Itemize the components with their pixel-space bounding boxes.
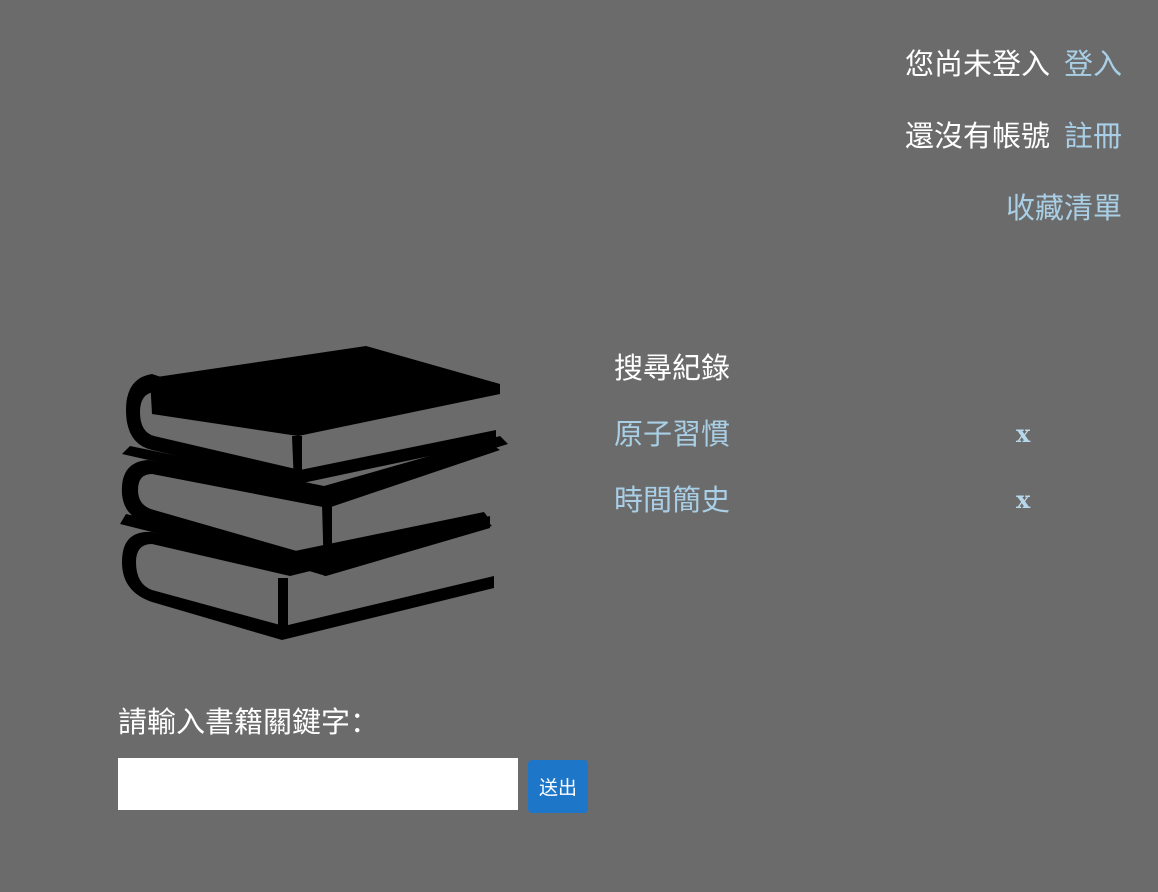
search-label: 請輸入書籍關鍵字：	[118, 705, 380, 739]
history-item-link[interactable]: 原子習慣	[614, 417, 730, 451]
history-item-link[interactable]: 時間簡史	[614, 483, 730, 517]
history-item: 時間簡史 x	[614, 478, 1044, 522]
register-row: 還沒有帳號 註冊	[905, 116, 1122, 156]
favorites-link[interactable]: 收藏清單	[1006, 191, 1122, 225]
search-history-title: 搜尋紀錄	[614, 351, 731, 385]
books-stack-svg	[120, 346, 508, 640]
login-row: 您尚未登入 登入	[905, 44, 1122, 84]
history-remove-button[interactable]: x	[1016, 478, 1030, 522]
login-link[interactable]: 登入	[1064, 47, 1122, 81]
books-stack-icon	[112, 340, 512, 652]
account-panel: 您尚未登入 登入 還沒有帳號 註冊 收藏清單	[905, 44, 1122, 228]
favorites-row: 收藏清單	[905, 188, 1122, 228]
register-link[interactable]: 註冊	[1064, 119, 1122, 153]
submit-button[interactable]: 送出	[528, 760, 588, 813]
search-history: 搜尋紀錄 原子習慣 x 時間簡史 x	[614, 346, 1044, 544]
not-logged-in-text: 您尚未登入	[904, 47, 1050, 81]
history-item: 原子習慣 x	[614, 412, 1044, 456]
history-remove-button[interactable]: x	[1016, 412, 1030, 456]
no-account-text: 還沒有帳號	[904, 119, 1050, 153]
search-input[interactable]	[118, 758, 518, 810]
